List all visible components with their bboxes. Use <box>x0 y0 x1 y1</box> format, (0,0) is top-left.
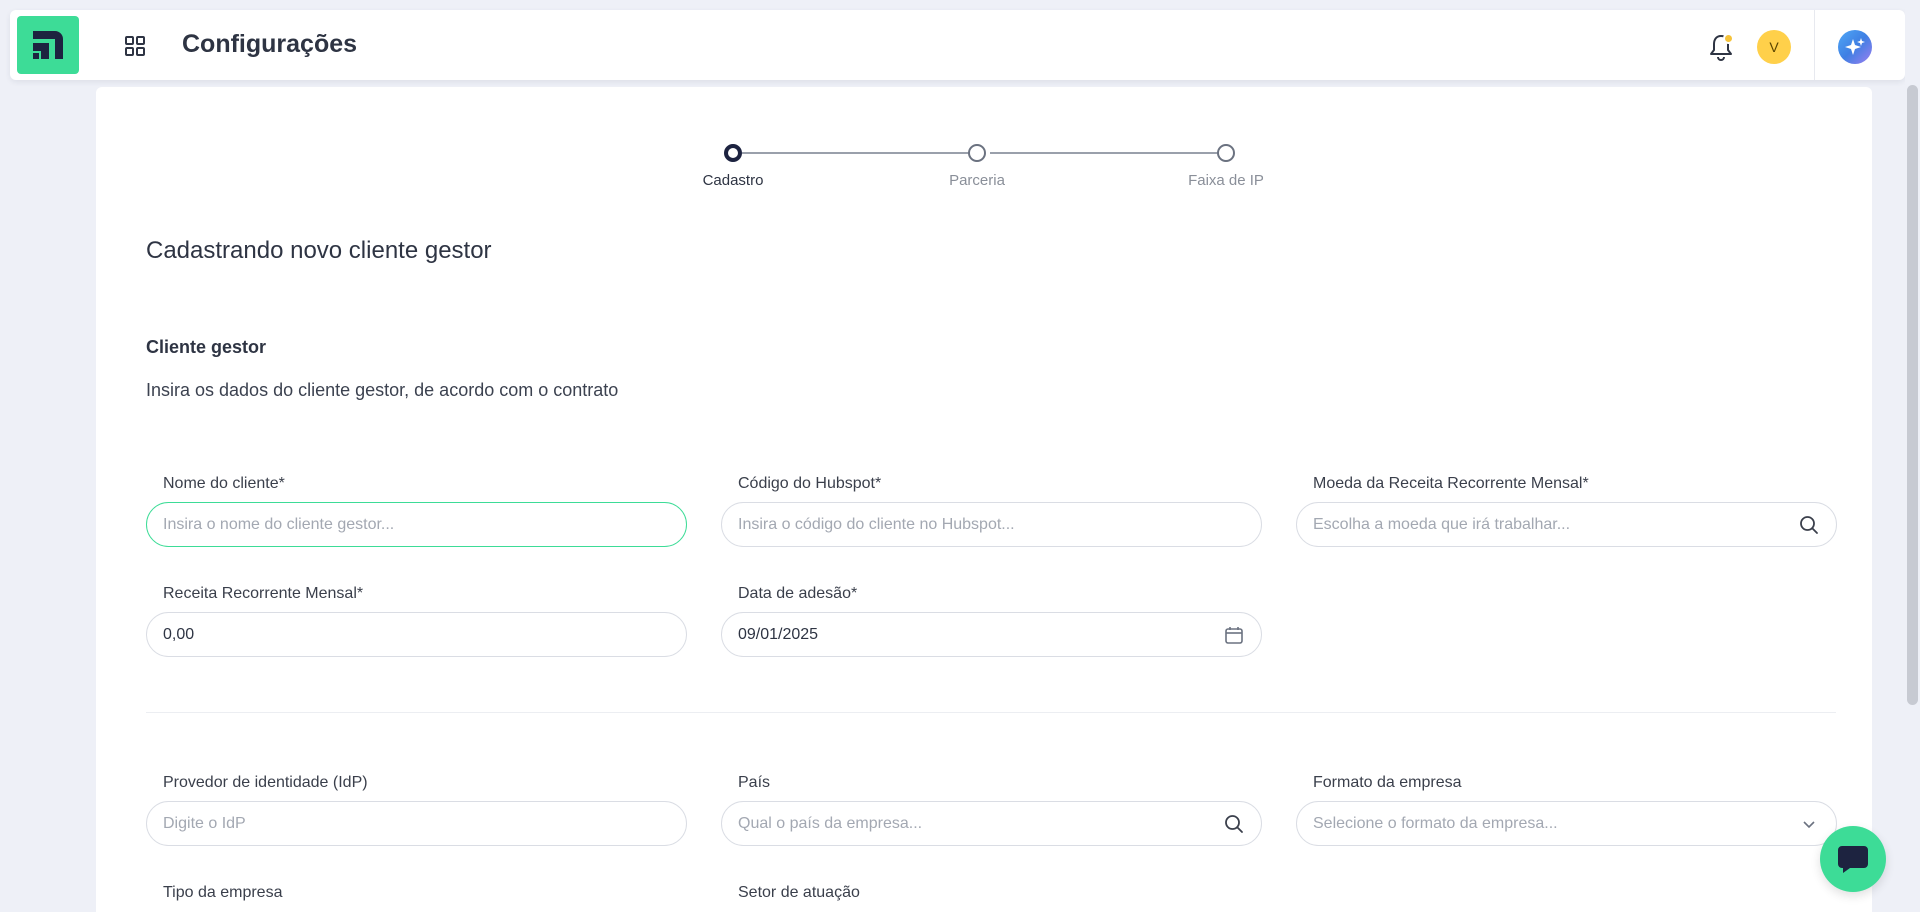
company-format-input[interactable] <box>1313 814 1790 833</box>
client-name-field <box>146 502 687 547</box>
header-divider <box>1814 10 1815 80</box>
country-label: País <box>738 774 771 791</box>
notifications-button[interactable] <box>1706 31 1736 63</box>
company-type-label: Tipo da empresa <box>163 884 283 901</box>
step-faixa-ip-dot[interactable] <box>1217 144 1235 162</box>
form-heading: Cadastrando novo cliente gestor <box>146 237 492 264</box>
idp-field <box>146 801 687 846</box>
main-card: Cadastro Parceria Faixa de IP Cadastrand… <box>96 87 1872 912</box>
stepper-connector <box>742 152 972 154</box>
currency-label: Moeda da Receita Recorrente Mensal* <box>1313 475 1589 492</box>
stepper-connector <box>990 152 1226 154</box>
hubspot-code-label: Código do Hubspot* <box>738 475 882 492</box>
search-icon[interactable] <box>1798 514 1820 536</box>
calendar-icon[interactable] <box>1223 624 1245 646</box>
page-scrollbar[interactable] <box>1905 0 1920 912</box>
client-name-label: Nome do cliente* <box>163 475 285 492</box>
mrr-input[interactable] <box>163 625 670 644</box>
apps-menu-button[interactable] <box>120 31 150 61</box>
notification-badge <box>1723 33 1734 44</box>
step-faixa-ip-label[interactable]: Faixa de IP <box>1188 172 1264 189</box>
client-name-input[interactable] <box>163 515 670 534</box>
hubspot-code-field <box>721 502 1262 547</box>
join-date-field <box>721 612 1262 657</box>
step-cadastro-label[interactable]: Cadastro <box>703 172 764 189</box>
currency-field <box>1296 502 1837 547</box>
chat-bubble-icon <box>1838 846 1868 873</box>
step-cadastro-dot[interactable] <box>724 144 742 162</box>
section-description: Insira os dados do cliente gestor, de ac… <box>146 380 619 400</box>
avatar[interactable]: V <box>1757 30 1791 64</box>
join-date-label: Data de adesão* <box>738 585 858 602</box>
section-title: Cliente gestor <box>146 337 267 357</box>
country-input[interactable] <box>738 814 1215 833</box>
currency-input[interactable] <box>1313 515 1790 534</box>
company-format-select[interactable] <box>1296 801 1837 846</box>
section-divider <box>146 712 1836 713</box>
join-date-input[interactable] <box>738 625 1215 644</box>
grid-icon <box>125 36 145 56</box>
scrollbar-thumb[interactable] <box>1907 85 1918 705</box>
company-format-label: Formato da empresa <box>1313 774 1462 791</box>
mrr-field <box>146 612 687 657</box>
step-parceria-dot[interactable] <box>968 144 986 162</box>
chat-support-button[interactable] <box>1820 826 1886 892</box>
logo-mark-icon <box>33 31 63 59</box>
hubspot-code-input[interactable] <box>738 515 1245 534</box>
step-parceria-label[interactable]: Parceria <box>949 172 1005 189</box>
page-title: Configurações <box>182 30 358 58</box>
idp-input[interactable] <box>163 814 670 833</box>
sector-label: Setor de atuação <box>738 884 860 901</box>
top-header: Configurações V <box>10 10 1905 80</box>
country-field <box>721 801 1262 846</box>
search-icon[interactable] <box>1223 813 1245 835</box>
mrr-label: Receita Recorrente Mensal* <box>163 585 364 602</box>
app-logo[interactable] <box>17 16 79 74</box>
idp-label: Provedor de identidade (IdP) <box>163 774 368 791</box>
ai-assistant-button[interactable] <box>1838 30 1872 64</box>
sparkle-icon <box>1845 38 1865 55</box>
chevron-down-icon[interactable] <box>1798 813 1820 835</box>
